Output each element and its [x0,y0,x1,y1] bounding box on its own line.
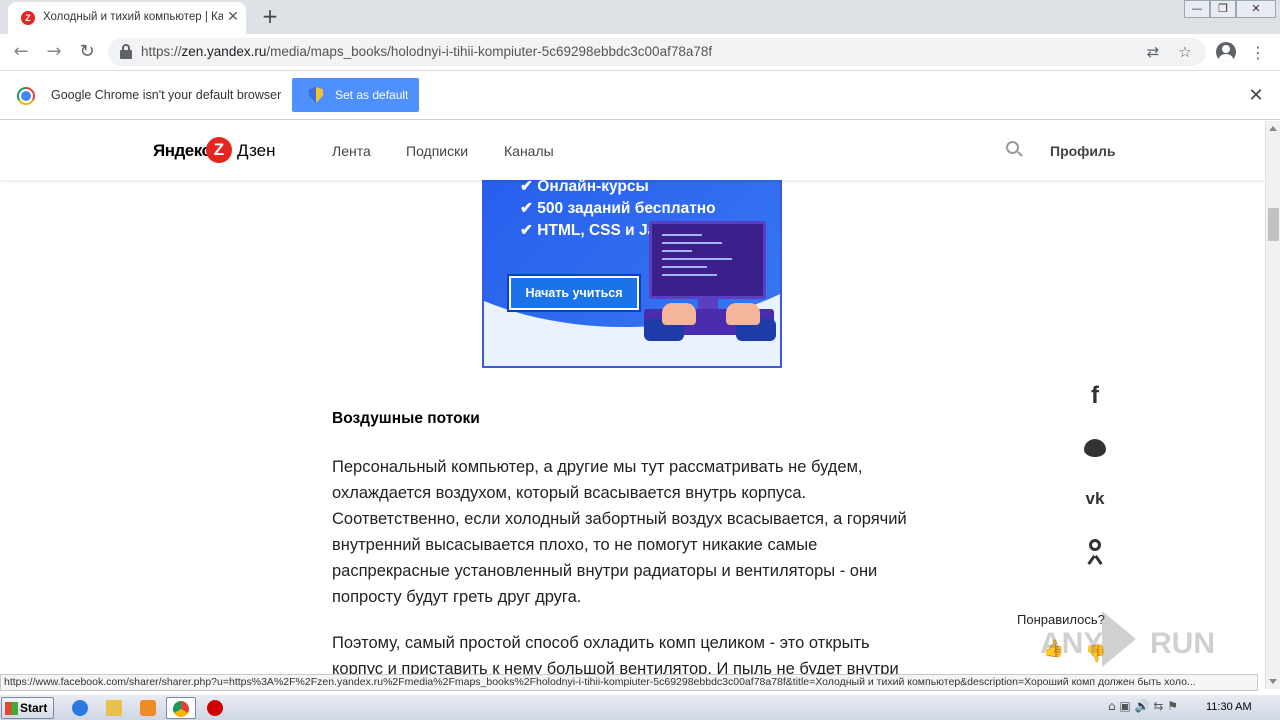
zen-z-icon: Z [206,137,232,163]
twitter-share-icon[interactable] [1081,434,1109,462]
bookmark-star-icon[interactable]: ☆ [1176,43,1194,61]
vk-share-icon[interactable]: vk [1081,485,1109,513]
scrollbar-thumb[interactable] [1268,208,1279,241]
windows-taskbar: Start ⌂ ▣ 🔊 ⇆ ⚑ 11:30 AM [0,694,1280,720]
chrome-logo-icon [17,87,35,105]
media-player-taskbar-icon[interactable] [136,697,160,719]
tab-strip: Z Холодный и тихий компьютер | Ка ✕ + — … [0,0,1280,34]
lock-icon[interactable] [120,44,132,60]
link-status-bubble: https://www.facebook.com/sharer/sharer.p… [0,674,1258,691]
new-tab-button[interactable]: + [258,4,282,28]
opera-taskbar-icon[interactable] [203,697,227,719]
set-as-default-label: Set as default [335,88,409,102]
system-tray[interactable]: ⌂ ▣ 🔊 ⇆ ⚑ [1108,699,1178,713]
tab-title: Холодный и тихий компьютер | Ка [43,11,223,23]
minimize-button[interactable]: — [1184,0,1210,18]
article-paragraph: Поэтому, самый простой способ охладить к… [332,634,899,674]
article-subheading: Воздушные потоки [332,410,480,427]
taskbar-clock[interactable]: 11:30 AM [1206,701,1252,713]
set-as-default-button[interactable]: Set as default [292,78,419,112]
menu-kebab-icon[interactable]: ⋮ [1247,42,1269,64]
browser-toolbar: ← → ↻ https://zen.yandex.ru/media/maps_b… [0,34,1280,71]
article-paragraph: Персональный компьютер, а другие мы тут … [332,458,907,606]
start-button[interactable]: Start [1,697,54,719]
uac-shield-icon [309,87,323,103]
explorer-taskbar-icon[interactable] [102,697,126,719]
search-icon[interactable] [1006,141,1024,159]
scroll-up-arrow-icon[interactable] [1269,126,1277,131]
infobar-message: Google Chrome isn't your default browser [51,88,282,102]
zen-favicon-icon: Z [21,11,35,25]
banner-bullet: ✔ 500 заданий бесплатно [520,200,716,217]
hand-illustration [662,303,696,325]
profile-link[interactable]: Профиль [1050,143,1116,159]
nav-subscriptions[interactable]: Подписки [406,143,468,159]
hand-illustration [726,303,760,325]
facebook-share-icon[interactable]: f [1081,382,1109,410]
reload-button[interactable]: ↻ [75,40,99,64]
course-ad-banner[interactable]: ✔ Онлайн-курсы ✔ 500 заданий бесплатно ✔… [482,155,782,368]
infobar-close-icon[interactable]: ✕ [1246,86,1266,106]
window-close-button[interactable]: ✕ [1236,0,1276,18]
monitor-illustration [649,221,766,299]
ie-taskbar-icon[interactable] [68,697,92,719]
translate-icon[interactable]: ⇄ [1144,43,1162,61]
default-browser-infobar: Google Chrome isn't your default browser… [0,72,1280,120]
nav-feed[interactable]: Лента [332,143,371,159]
chrome-taskbar-icon[interactable] [166,697,196,719]
windows-flag-icon [5,702,18,715]
browser-tab[interactable]: Z Холодный и тихий компьютер | Ка ✕ [8,2,246,34]
odnoklassniki-share-icon[interactable] [1081,537,1109,565]
url-text[interactable]: https://zen.yandex.ru/media/maps_books/h… [141,44,712,59]
page-viewport: Яндекс Z Дзен Лента Подписки Каналы Проф… [0,121,1265,674]
scroll-down-arrow-icon[interactable] [1269,679,1277,684]
profile-avatar-icon[interactable] [1216,42,1236,62]
address-bar[interactable]: https://zen.yandex.ru/media/maps_books/h… [108,38,1206,66]
vertical-scrollbar[interactable] [1265,121,1280,689]
forward-button[interactable]: → [42,40,66,64]
nav-channels[interactable]: Каналы [504,143,554,159]
tab-close-icon[interactable]: ✕ [225,9,241,25]
zen-header: Яндекс Z Дзен Лента Подписки Каналы Проф… [0,121,1265,180]
restore-button[interactable]: ❐ [1210,0,1236,18]
back-button[interactable]: ← [9,40,33,64]
start-learning-button[interactable]: Начать учиться [507,274,641,312]
anyrun-watermark: ANY RUN [1040,607,1235,673]
